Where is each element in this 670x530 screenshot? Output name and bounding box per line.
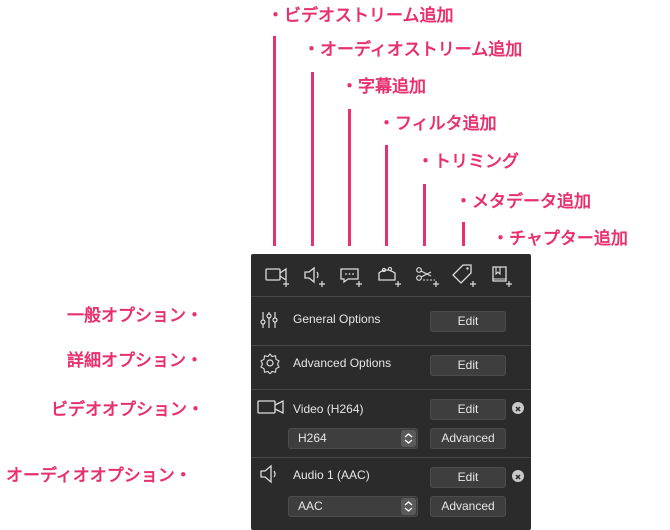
subtitle-add-icon — [340, 268, 362, 287]
trim-icon — [416, 267, 439, 287]
video-camera-icon — [257, 399, 284, 415]
callout-line-metadata — [462, 222, 465, 246]
callout-video-options: ビデオオプション・ — [51, 400, 204, 419]
select-stepper-icon — [401, 430, 416, 447]
divider — [251, 457, 531, 458]
video-add-button[interactable] — [263, 260, 297, 292]
video-add-icon — [265, 267, 289, 287]
audio-stream-label: Audio 1 (AAC) — [293, 468, 370, 482]
video-remove-button[interactable] — [512, 402, 524, 414]
chapter-add-icon — [492, 266, 512, 287]
audio-remove-button[interactable] — [512, 470, 524, 482]
metadata-add-button[interactable] — [450, 260, 484, 292]
settings-panel: General Options Edit Advanced Options Ed… — [251, 254, 531, 530]
callout-general-options: 一般オプション・ — [67, 306, 203, 325]
callout-add-video-stream: ・ビデオストリーム追加 — [267, 6, 454, 25]
gear-icon — [260, 353, 280, 374]
video-edit-button[interactable]: Edit — [430, 399, 506, 420]
filter-add-icon — [378, 266, 401, 287]
divider — [251, 389, 531, 390]
divider — [251, 345, 531, 346]
callout-add-chapter: ・チャプター追加 — [492, 229, 628, 248]
general-options-label: General Options — [293, 312, 381, 326]
callout-line-filter — [385, 145, 388, 246]
audio-edit-button[interactable]: Edit — [430, 467, 506, 488]
callout-audio-options: オーディオオプション・ — [6, 466, 192, 485]
video-codec-select[interactable]: H264 — [288, 428, 418, 449]
callout-add-metadata: ・メタデータ追加 — [455, 192, 591, 211]
audio-add-button[interactable] — [301, 260, 335, 292]
video-codec-value: H264 — [298, 431, 327, 445]
chapter-add-button[interactable] — [488, 260, 522, 292]
callout-add-filter: ・フィルタ追加 — [378, 114, 497, 133]
audio-codec-value: AAC — [298, 499, 323, 513]
advanced-options-edit-button[interactable]: Edit — [430, 355, 506, 376]
general-options-edit-button[interactable]: Edit — [430, 311, 506, 332]
close-icon — [515, 406, 521, 412]
toolbar — [251, 254, 531, 296]
audio-add-icon — [304, 266, 325, 287]
callout-line-trimming — [423, 184, 426, 246]
subtitle-add-button[interactable] — [338, 260, 372, 292]
video-stream-label: Video (H264) — [293, 402, 364, 416]
audio-advanced-button[interactable]: Advanced — [430, 496, 506, 517]
speaker-icon — [260, 464, 276, 484]
select-stepper-icon — [401, 498, 416, 515]
sliders-icon — [260, 312, 278, 328]
callout-line-audio-stream — [311, 72, 314, 246]
divider — [251, 296, 531, 297]
video-advanced-button[interactable]: Advanced — [430, 428, 506, 449]
callout-add-audio-stream: ・オーディオストリーム追加 — [303, 40, 523, 59]
callout-line-subtitle — [348, 109, 351, 246]
trim-button[interactable] — [413, 260, 447, 292]
metadata-tag-icon — [452, 264, 476, 287]
close-icon — [515, 474, 521, 480]
callout-line-video-stream — [273, 36, 276, 246]
advanced-options-label: Advanced Options — [293, 356, 392, 370]
filter-add-button[interactable] — [375, 260, 409, 292]
callout-add-subtitle: ・字幕追加 — [341, 77, 426, 96]
audio-codec-select[interactable]: AAC — [288, 496, 418, 517]
callout-trimming: ・トリミング — [417, 152, 519, 171]
callout-advanced-options: 詳細オプション・ — [67, 351, 203, 370]
